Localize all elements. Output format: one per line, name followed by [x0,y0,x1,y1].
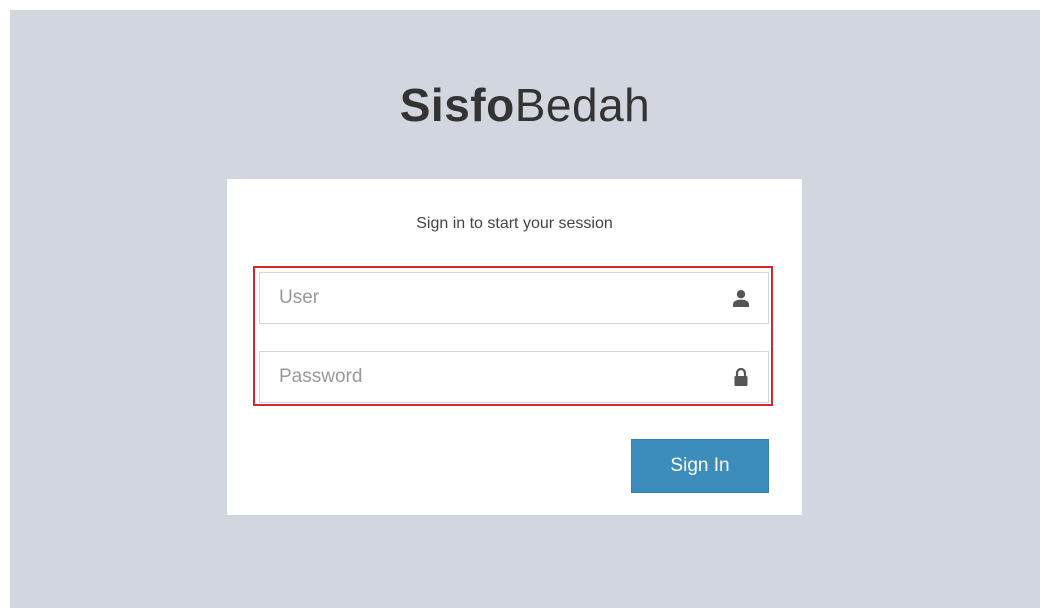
login-box-message: Sign in to start your session [416,215,613,232]
user-icon [733,290,749,307]
logo-bold: Sisfo [399,79,515,131]
login-box: Sign in to start your session Sign In [227,179,802,515]
login-page: SisfoBedah Sign in to start your session… [10,10,1040,608]
lock-icon [734,368,748,386]
password-field[interactable] [259,351,769,403]
app-logo: SisfoBedah [10,82,1040,128]
password-input[interactable] [260,352,720,402]
user-input[interactable] [260,273,720,323]
logo-light: Bedah [514,79,651,131]
user-field[interactable] [259,272,769,324]
sign-in-button[interactable]: Sign In [631,439,769,493]
